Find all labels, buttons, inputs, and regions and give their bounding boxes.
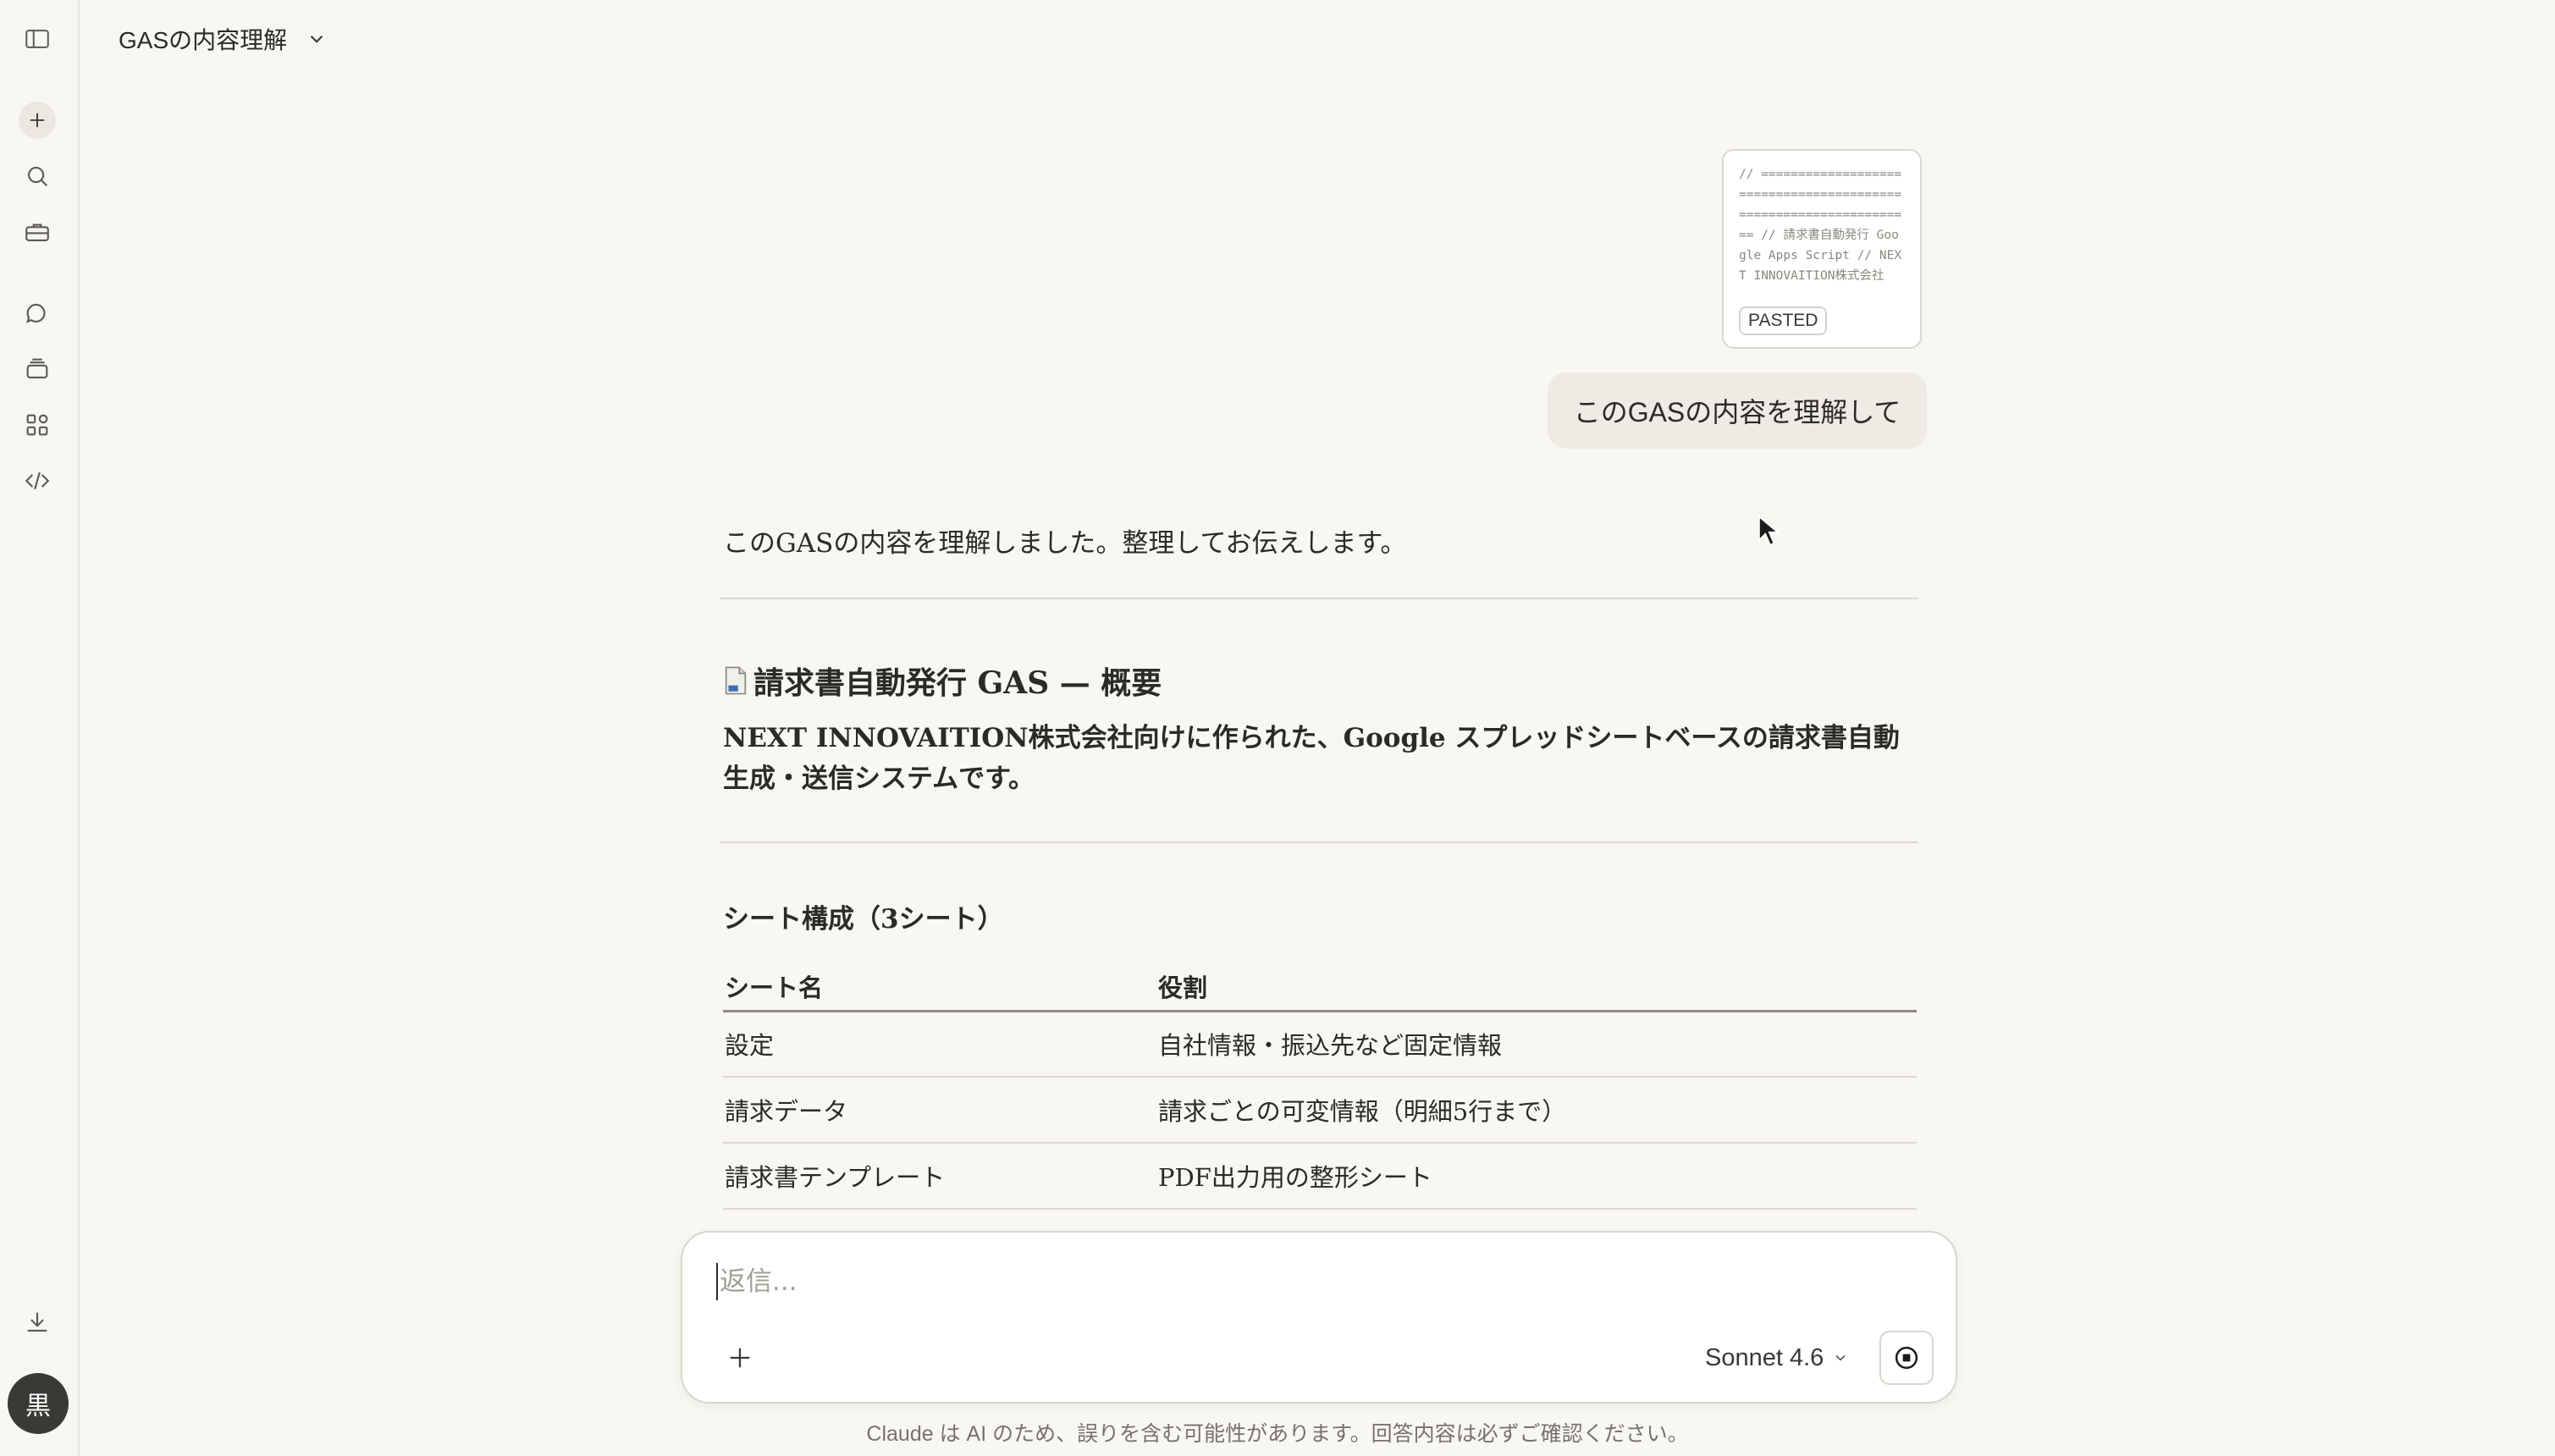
projects-icon[interactable]: [19, 350, 56, 388]
table-row: 請求書テンプレート PDF出力用の整形シート: [723, 1143, 1917, 1210]
composer: Sonnet 4.6: [681, 1231, 1957, 1404]
sheets-table: シート名 役割 設定 自社情報・振込先など固定情報 請求データ 請求ごとの可変情…: [723, 957, 1917, 1210]
table-cell: 自社情報・振込先など固定情報: [1156, 1011, 1917, 1078]
toolbox-icon[interactable]: [19, 213, 56, 251]
search-icon[interactable]: [19, 157, 56, 195]
table-row: 設定 自社情報・振込先など固定情報: [723, 1011, 1917, 1078]
artifacts-icon[interactable]: [19, 406, 56, 444]
model-name: Sonnet 4.6: [1705, 1343, 1824, 1371]
disclaimer: Claude は AI のため、誤りを含む可能性があります。回答内容は必ずご確認…: [866, 1422, 1689, 1446]
table-header-row: シート名 役割: [723, 957, 1917, 1012]
app-window: 黒 GASの内容理解 // ==========================…: [0, 0, 2555, 1456]
document-icon: [725, 666, 747, 695]
pasted-preview: // =====================================…: [1739, 168, 1902, 283]
chat-header: GASの内容理解: [119, 19, 328, 59]
table-header: 役割: [1156, 957, 1917, 1012]
assistant-intro: このGASの内容を理解しました。整理してお伝えします。: [723, 528, 1407, 559]
new-chat-button[interactable]: [19, 102, 56, 139]
table-cell: PDF出力用の整形シート: [1156, 1143, 1917, 1210]
response-heading: 請求書自動発行 GAS — 概要: [723, 659, 1162, 703]
model-selector[interactable]: Sonnet 4.6: [1705, 1341, 1849, 1375]
chats-icon[interactable]: [19, 295, 56, 332]
chevron-down-icon[interactable]: [306, 28, 328, 50]
divider: [720, 598, 1918, 599]
code-icon[interactable]: [19, 462, 56, 499]
table-cell: 請求書テンプレート: [723, 1143, 1156, 1210]
chevron-down-icon: [1835, 1354, 1846, 1361]
table-cell: 設定: [723, 1011, 1156, 1078]
table-row: 請求データ 請求ごとの可変情報（明細5行まで）: [723, 1077, 1917, 1144]
reply-input[interactable]: [716, 1263, 1905, 1300]
chat-title[interactable]: GASの内容理解: [119, 22, 287, 56]
mouse-cursor-icon: [1758, 515, 1780, 546]
plus-icon: [30, 113, 45, 128]
attach-button[interactable]: [723, 1341, 757, 1375]
table-header: シート名: [723, 957, 1156, 1012]
table-cell: 請求ごとの可変情報（明細5行まで）: [1156, 1077, 1917, 1144]
sidebar: 黒: [0, 0, 80, 1456]
stop-icon: [1895, 1346, 1918, 1370]
plus-icon: [730, 1348, 750, 1368]
user-message: このGASの内容を理解して: [1548, 372, 1927, 449]
divider: [720, 841, 1918, 843]
response-heading-text: 請求書自動発行 GAS — 概要: [753, 665, 1162, 701]
pasted-badge: PASTED: [1739, 306, 1828, 335]
stop-button[interactable]: [1879, 1331, 1934, 1385]
sidebar-toggle-icon[interactable]: [19, 20, 56, 58]
table-cell: 請求データ: [723, 1077, 1156, 1144]
pasted-attachment[interactable]: // =====================================…: [1722, 149, 1922, 349]
download-icon[interactable]: [19, 1304, 56, 1341]
summary-text: NEXT INNOVAITION株式会社向けに作られた、Google スプレッド…: [723, 723, 1900, 794]
sheets-heading: シート構成（3シート）: [723, 904, 1004, 935]
